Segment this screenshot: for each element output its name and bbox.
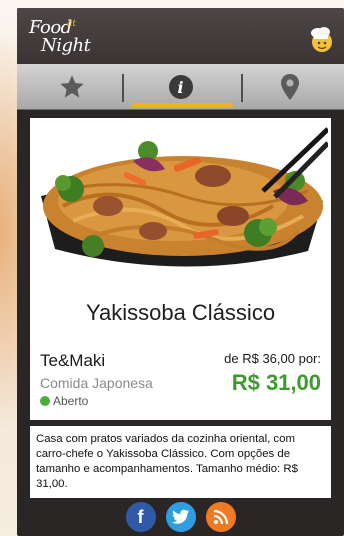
app-window: Food at Night i Yakissoba Clássico Te&Ma… [17,8,344,536]
logo-text-at: at [67,19,76,29]
tab-location[interactable] [235,64,344,110]
social-share-bar: f [17,502,344,534]
tab-divider [122,74,124,102]
logo-text-night: Night [41,35,91,56]
restaurant-name[interactable]: Te&Maki [40,351,105,371]
dish-photo [33,121,328,281]
app-logo[interactable]: Food at Night [29,17,93,57]
active-tab-indicator [132,103,233,107]
original-price: de R$ 36,00 por: [224,351,321,366]
facebook-icon: f [137,507,144,527]
info-icon: i [168,75,193,99]
rss-button[interactable] [205,502,236,532]
top-bar: Food at Night [17,8,344,64]
map-pin-icon [280,74,299,100]
status-badge: Aberto [40,394,88,408]
rss-icon [213,509,228,525]
dish-title: Yakissoba Clássico [85,300,276,325]
tab-bar: i [17,64,344,110]
twitter-button[interactable] [165,502,196,532]
product-card: Yakissoba Clássico Te&Maki Comida Japone… [30,118,331,420]
chef-avatar-icon[interactable] [306,25,336,55]
facebook-button[interactable]: f [125,502,156,532]
status-dot-icon [40,396,50,406]
tab-favorites[interactable] [17,64,126,110]
cuisine-type: Comida Japonesa [40,375,153,391]
promo-price: R$ 31,00 [231,370,321,395]
description-box: Casa com pratos variados da cozinha orie… [30,426,331,498]
star-icon [59,75,84,98]
status-text: Aberto [53,394,89,408]
twitter-icon [171,509,189,524]
